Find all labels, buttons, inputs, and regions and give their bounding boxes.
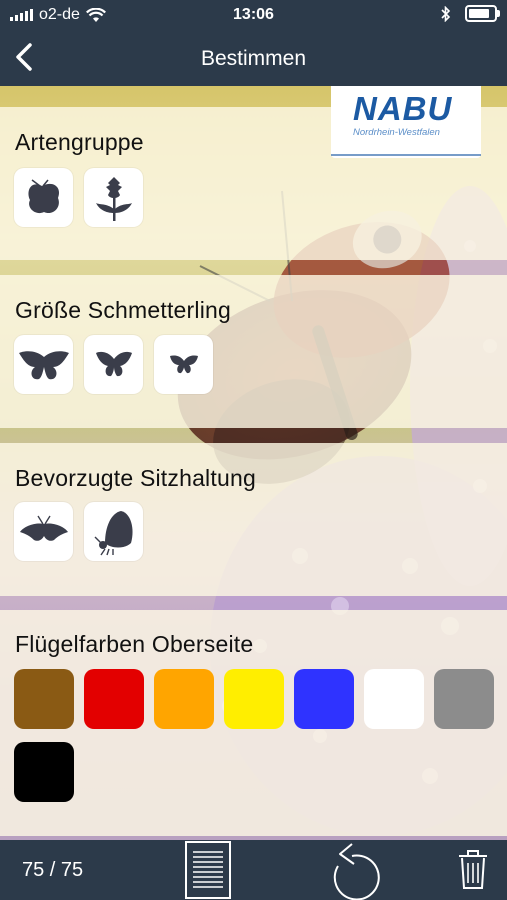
result-count: 75 / 75 — [22, 859, 84, 881]
logo-region: Nordrhein-Westfalen — [353, 127, 440, 138]
battery-icon — [465, 5, 500, 22]
section-sitzhaltung: Bevorzugte Sitzhaltung — [0, 443, 507, 596]
option-wings-closed[interactable] — [84, 502, 143, 561]
section-title: Größe Schmetterling — [15, 297, 231, 323]
option-size-large[interactable] — [14, 335, 73, 394]
nabu-logo: NABU Nordrhein-Westfalen — [331, 86, 481, 158]
bottom-toolbar: 75 / 75 — [0, 840, 507, 900]
bluetooth-icon — [441, 5, 451, 22]
butterfly-icon — [28, 178, 59, 213]
color-swatch-black[interactable] — [14, 742, 74, 802]
option-butterfly[interactable] — [14, 168, 73, 227]
small-butterfly-icon — [169, 355, 198, 373]
page-title: Bestimmen — [200, 47, 307, 70]
wings-closed-icon — [94, 510, 133, 555]
option-size-medium[interactable] — [84, 335, 143, 394]
section-title: Flügelfarben Oberseite — [15, 631, 254, 657]
color-swatch-brown[interactable] — [14, 669, 74, 729]
section-groesse: Größe Schmetterling — [0, 275, 507, 428]
logo-word: NABU — [353, 90, 453, 127]
undo-icon[interactable] — [324, 840, 380, 900]
color-swatch-white[interactable] — [364, 669, 424, 729]
document-list-icon[interactable] — [184, 840, 232, 900]
option-size-small[interactable] — [154, 335, 213, 394]
medium-butterfly-icon — [95, 351, 132, 376]
section-title: Artengruppe — [15, 129, 144, 155]
thistle-plant-icon — [95, 176, 132, 221]
wings-open-icon — [19, 515, 68, 541]
option-plant[interactable] — [84, 168, 143, 227]
large-butterfly-icon — [18, 350, 69, 379]
trash-icon[interactable] — [456, 848, 490, 892]
color-swatch-orange[interactable] — [154, 669, 214, 729]
status-bar: o2-de 13:06 — [0, 0, 507, 31]
nav-bar: Bestimmen — [0, 31, 507, 86]
clock: 13:06 — [233, 6, 274, 23]
color-swatch-grey[interactable] — [434, 669, 494, 729]
section-fluegelfarben: Flügelfarben Oberseite — [0, 610, 507, 836]
color-swatch-yellow[interactable] — [224, 669, 284, 729]
color-swatch-blue[interactable] — [294, 669, 354, 729]
option-wings-open[interactable] — [14, 502, 73, 561]
color-swatch-red[interactable] — [84, 669, 144, 729]
section-title: Bevorzugte Sitzhaltung — [15, 465, 256, 491]
